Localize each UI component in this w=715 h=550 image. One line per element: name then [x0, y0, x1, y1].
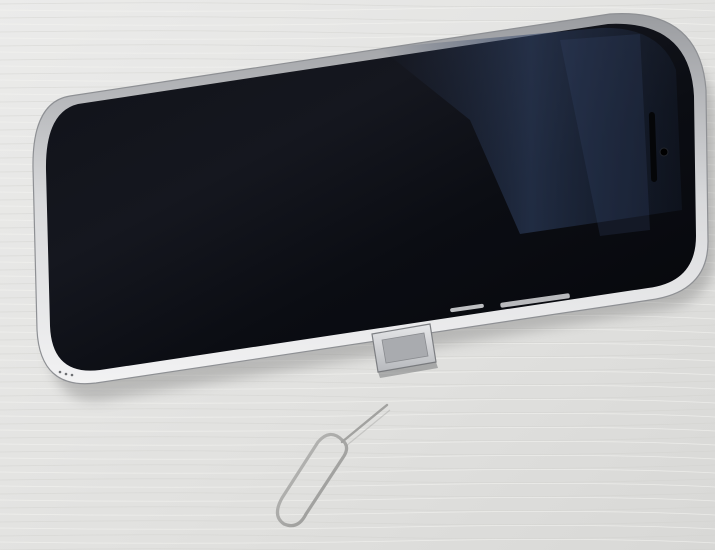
photo-canvas	[0, 0, 715, 550]
photo-scene	[0, 0, 715, 550]
front-camera-icon	[659, 147, 669, 157]
